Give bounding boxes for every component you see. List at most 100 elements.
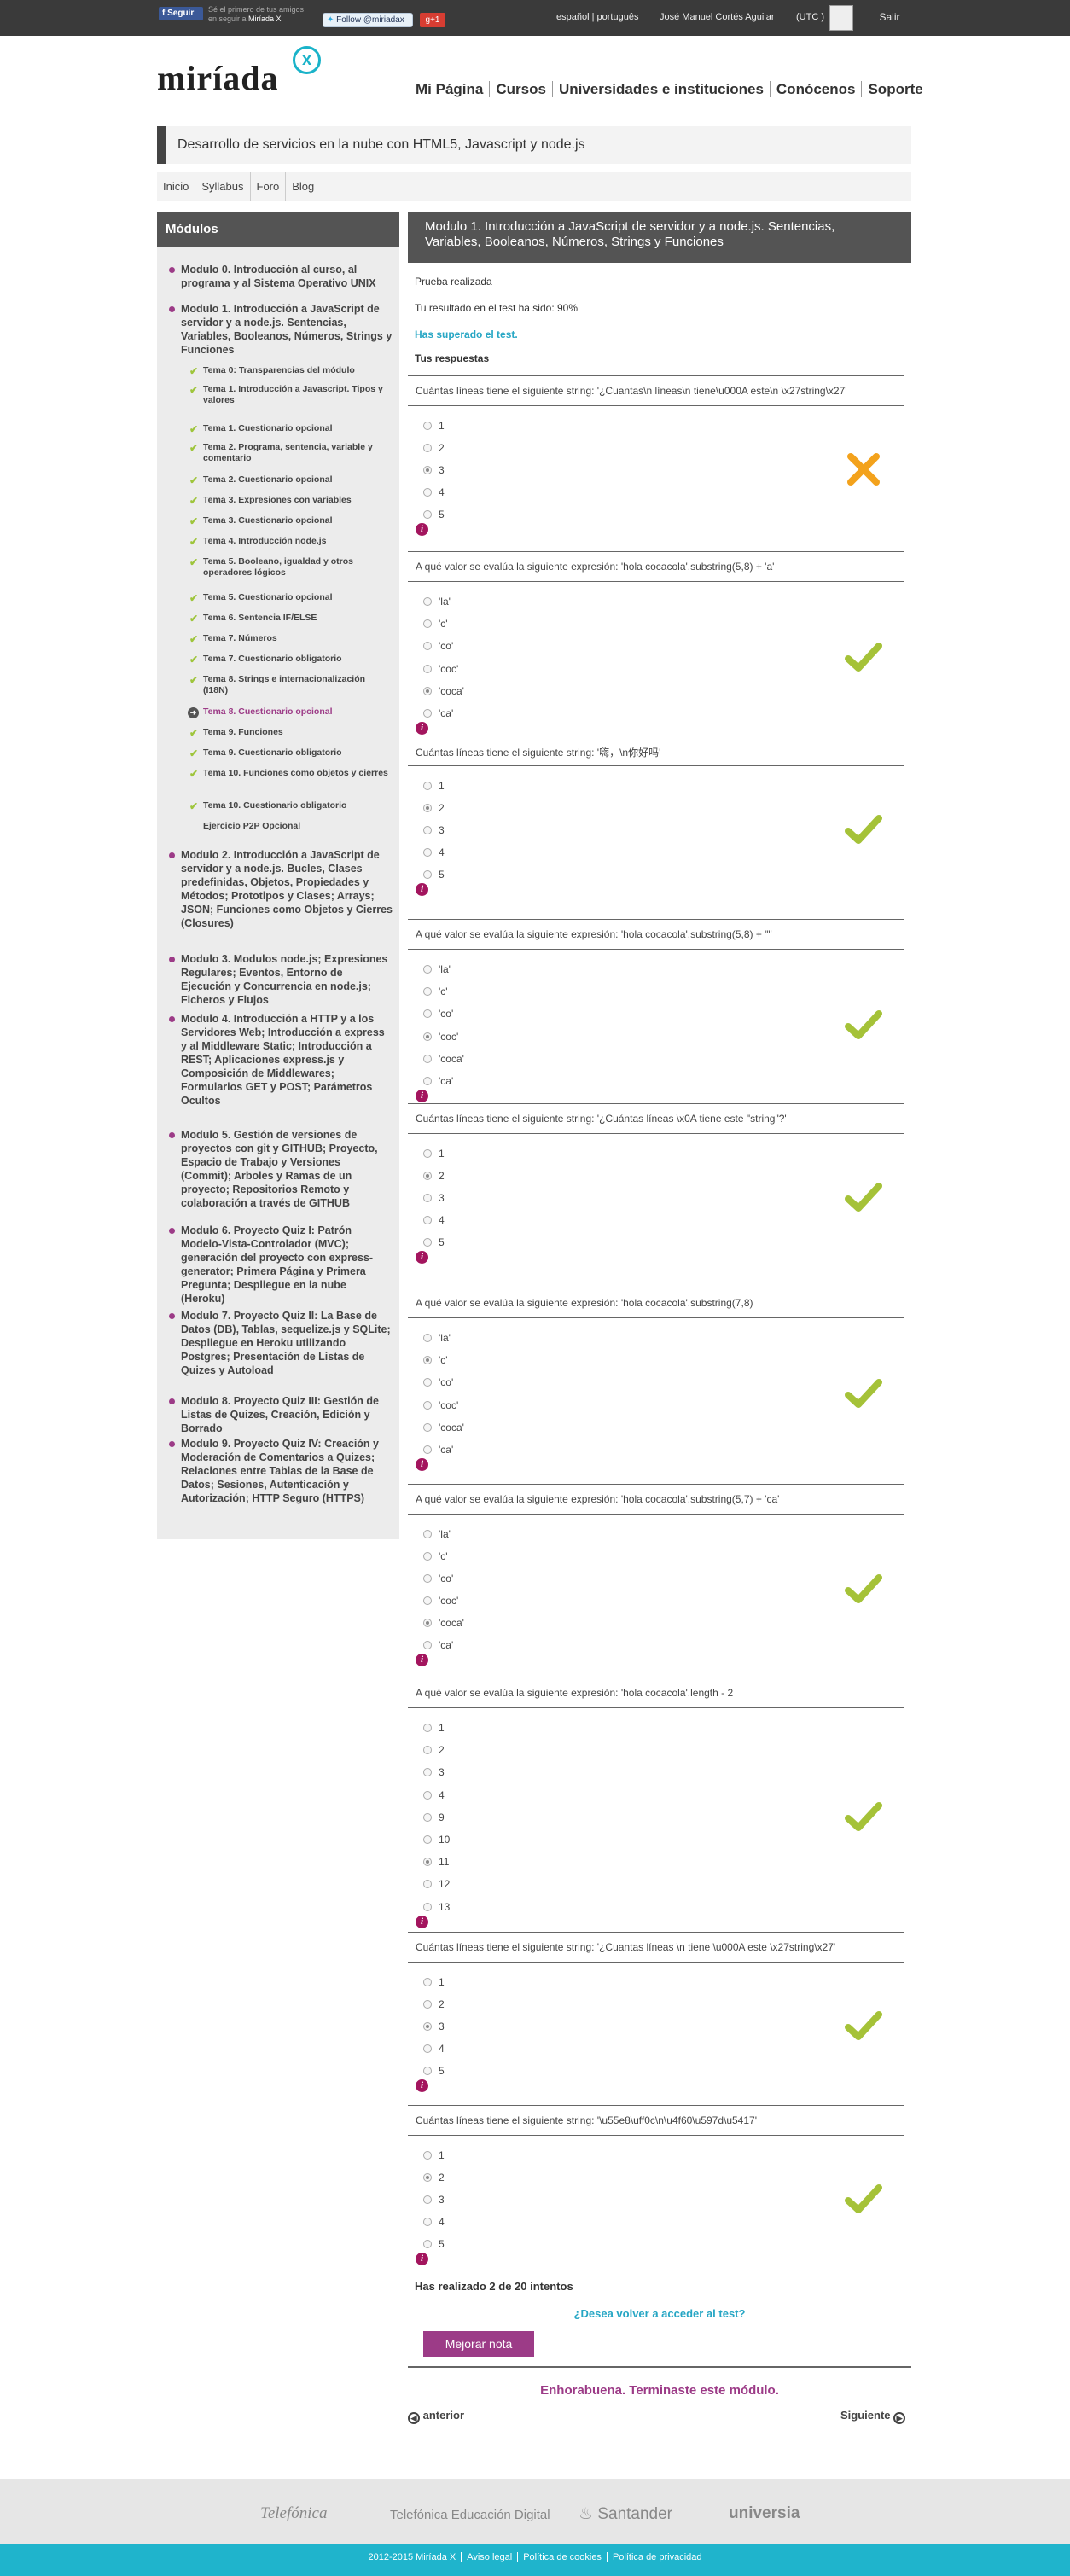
answer-option[interactable]: 1	[423, 420, 445, 432]
answer-option[interactable]: 3	[423, 464, 445, 476]
user-name[interactable]: José Manuel Cortés Aguilar	[660, 12, 775, 22]
nav-universidades[interactable]: Universidades e instituciones	[552, 81, 771, 97]
answer-option[interactable]: 'co'	[423, 1008, 453, 1020]
answer-option[interactable]: 'co'	[423, 1376, 453, 1388]
radio-button[interactable]	[423, 1619, 432, 1627]
lang-pt-link[interactable]: português	[597, 12, 639, 22]
sidebar-item-tema[interactable]: Tema 3. Expresiones con variables	[203, 495, 391, 506]
sponsor-santander[interactable]: ♨ Santander	[579, 2504, 672, 2524]
sidebar-item-tema[interactable]: Tema 7. Números	[203, 633, 391, 644]
radio-button[interactable]	[423, 1422, 432, 1432]
radio-button[interactable]	[423, 1356, 432, 1365]
answer-option[interactable]: 'coc'	[423, 1031, 458, 1043]
answer-option[interactable]: 'ca'	[423, 1075, 453, 1087]
radio-button[interactable]	[423, 1880, 432, 1889]
answer-option[interactable]: 'ca'	[423, 1444, 453, 1456]
sidebar-module[interactable]: Modulo 4. Introducción a HTTP y a los Se…	[181, 1012, 393, 1108]
answer-option[interactable]: 1	[423, 780, 445, 792]
radio-button[interactable]	[423, 1378, 432, 1387]
radio-button[interactable]	[423, 870, 432, 879]
answer-option[interactable]: 2	[423, 1170, 445, 1182]
twitter-follow-button[interactable]: ✦ Follow @miriadax	[323, 13, 413, 27]
radio-button[interactable]	[423, 1552, 432, 1561]
nav-cursos[interactable]: Cursos	[490, 81, 553, 97]
sidebar-module[interactable]: Modulo 3. Modulos node.js; Expresiones R…	[181, 952, 393, 1007]
radio-button[interactable]	[423, 1574, 432, 1583]
sidebar-item-tema[interactable]: Tema 5. Booleano, igualdad y otros opera…	[203, 556, 391, 578]
answer-option[interactable]: 'coc'	[423, 1399, 458, 1411]
radio-button[interactable]	[423, 2195, 432, 2204]
sponsor-universia[interactable]: universia	[729, 2504, 800, 2523]
info-icon[interactable]: i	[416, 2253, 428, 2265]
radio-button[interactable]	[423, 1149, 432, 1158]
answer-option[interactable]: 3	[423, 2194, 445, 2206]
radio-button[interactable]	[423, 1400, 432, 1410]
radio-button[interactable]	[423, 1054, 432, 1063]
info-icon[interactable]: i	[416, 883, 428, 896]
answer-option[interactable]: 1	[423, 2149, 445, 2161]
radio-button[interactable]	[423, 1902, 432, 1911]
radio-button[interactable]	[423, 1445, 432, 1454]
radio-button[interactable]	[423, 1530, 432, 1538]
info-icon[interactable]: i	[416, 722, 428, 735]
answer-option[interactable]: 13	[423, 1901, 450, 1913]
answer-option[interactable]: 'coca'	[423, 1617, 464, 1629]
answer-option[interactable]: 3	[423, 1766, 445, 1778]
sidebar-module[interactable]: Modulo 1. Introducción a JavaScript de s…	[181, 302, 393, 357]
sidebar-module[interactable]: Modulo 8. Proyecto Quiz III: Gestión de …	[181, 1394, 393, 1435]
sidebar-module[interactable]: Modulo 9. Proyecto Quiz IV: Creación y M…	[181, 1437, 393, 1505]
radio-button[interactable]	[423, 1724, 432, 1732]
info-icon[interactable]: i	[416, 1915, 428, 1928]
radio-button[interactable]	[423, 1238, 432, 1247]
radio-button[interactable]	[423, 826, 432, 834]
answer-option[interactable]: 12	[423, 1878, 450, 1890]
answer-option[interactable]: 10	[423, 1834, 450, 1846]
sponsor-telefonica[interactable]: Telefónica	[260, 2504, 327, 2523]
radio-button[interactable]	[423, 1812, 432, 1822]
radio-button[interactable]	[423, 848, 432, 857]
answer-option[interactable]: 'la'	[423, 963, 451, 975]
answer-option[interactable]: 1	[423, 1976, 445, 1988]
answer-option[interactable]: 2	[423, 2172, 445, 2183]
radio-button[interactable]	[423, 1835, 432, 1844]
answer-option[interactable]: 'coca'	[423, 1422, 464, 1433]
radio-button[interactable]	[423, 965, 432, 974]
answer-option[interactable]: 'coc'	[423, 663, 458, 675]
sidebar-module[interactable]: Modulo 2. Introducción a JavaScript de s…	[181, 848, 393, 930]
answer-option[interactable]: 1	[423, 1722, 445, 1734]
radio-button[interactable]	[423, 1172, 432, 1180]
sidebar-module[interactable]: Modulo 5. Gestión de versiones de proyec…	[181, 1128, 393, 1210]
answer-option[interactable]: 'coca'	[423, 685, 464, 697]
radio-button[interactable]	[423, 1032, 432, 1041]
info-icon[interactable]: i	[416, 2079, 428, 2092]
answer-option[interactable]: 'c'	[423, 1550, 448, 1562]
answer-option[interactable]: 4	[423, 2043, 445, 2055]
sidebar-item-tema[interactable]: Tema 9. Cuestionario obligatorio	[203, 747, 391, 759]
radio-button[interactable]	[423, 782, 432, 790]
sponsor-telefonica-educacion[interactable]: Telefónica Educación Digital	[390, 2508, 550, 2522]
facebook-follow-button[interactable]: f Seguir	[159, 7, 203, 20]
answer-option[interactable]: 'la'	[423, 1332, 451, 1344]
answer-option[interactable]: 'co'	[423, 640, 453, 652]
access-again-link[interactable]: ¿Desea volver a acceder al test?	[408, 2307, 911, 2320]
answer-option[interactable]: 5	[423, 2238, 445, 2250]
radio-button[interactable]	[423, 1746, 432, 1755]
answer-option[interactable]: 4	[423, 1214, 445, 1226]
nav-mi-pagina[interactable]: Mi Página	[410, 81, 491, 97]
radio-button[interactable]	[423, 2151, 432, 2160]
radio-button[interactable]	[423, 2000, 432, 2009]
answer-option[interactable]: 3	[423, 2021, 445, 2032]
answer-option[interactable]: 'ca'	[423, 707, 453, 719]
answer-option[interactable]: 9	[423, 1811, 445, 1823]
sidebar-item-tema[interactable]: Tema 2. Cuestionario opcional	[203, 474, 391, 486]
radio-button[interactable]	[423, 1768, 432, 1777]
radio-button[interactable]	[423, 466, 432, 474]
sidebar-item-tema[interactable]: Tema 10. Cuestionario obligatorio	[203, 800, 391, 811]
avatar[interactable]	[829, 5, 853, 31]
radio-button[interactable]	[423, 1858, 432, 1867]
radio-button[interactable]	[423, 2022, 432, 2031]
answer-option[interactable]: 5	[423, 1236, 445, 1248]
answer-option[interactable]: 2	[423, 802, 445, 814]
radio-button[interactable]	[423, 619, 432, 629]
answer-option[interactable]: 2	[423, 1744, 445, 1756]
